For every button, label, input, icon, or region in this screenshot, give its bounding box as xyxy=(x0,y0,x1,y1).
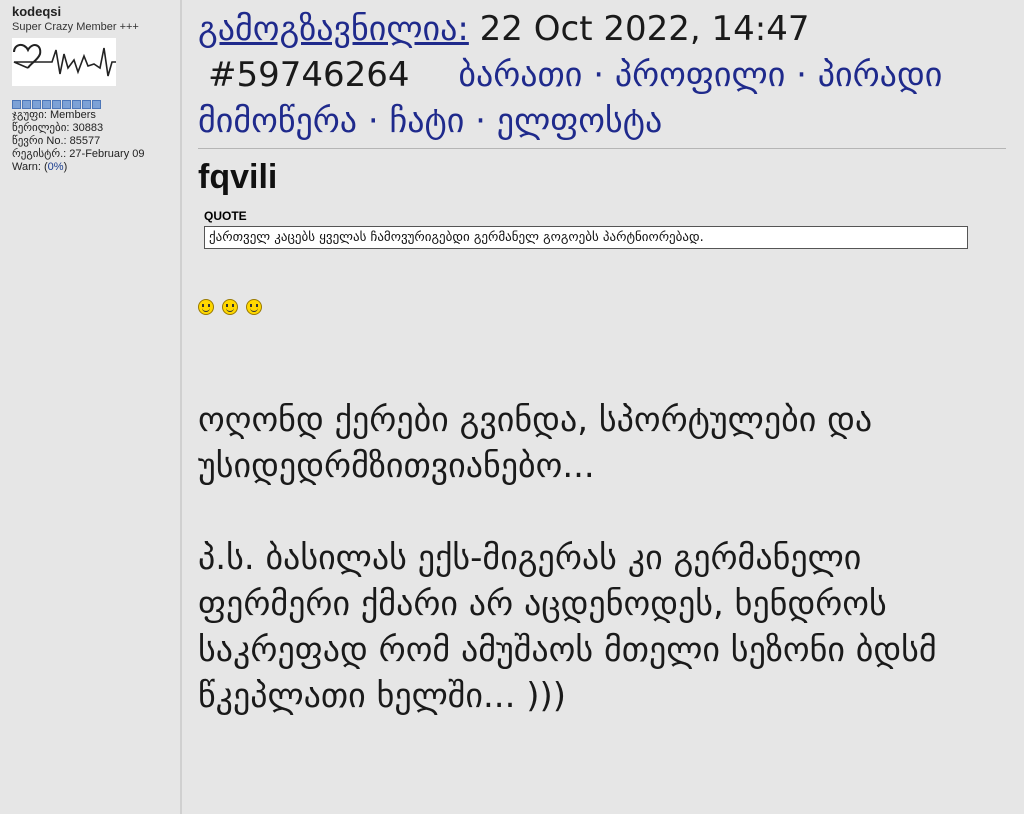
signature-avatar xyxy=(12,38,116,86)
warn-close: ) xyxy=(63,161,68,173)
post-content: გამოგზავნილია: 22 Oct 2022, 14:47 #59746… xyxy=(182,0,1024,814)
quote-box: ქართველ კაცებს ყველას ჩამოვურიგებდი გერმ… xyxy=(204,226,968,249)
link-separator: · xyxy=(796,55,807,95)
warn-value[interactable]: 0% xyxy=(48,161,64,173)
member-title: Super Crazy Member +++ xyxy=(12,21,139,33)
rank-pip xyxy=(52,100,61,109)
heartbeat-icon xyxy=(13,44,116,77)
smiley-icon xyxy=(222,299,238,315)
member-number: წევრი No.: 85577 xyxy=(12,135,101,147)
username[interactable]: kodeqsi xyxy=(12,4,174,20)
user-sidebar: kodeqsi Super Crazy Member +++ ჯგუფი: Me… xyxy=(0,0,182,814)
link-profile[interactable]: პროფილი xyxy=(615,55,786,95)
rank-pip xyxy=(92,100,101,109)
post-number[interactable]: #59746264 xyxy=(208,55,410,95)
rank-pip xyxy=(72,100,81,109)
rank-pip xyxy=(62,100,71,109)
rank-pip xyxy=(32,100,41,109)
link-separator: · xyxy=(475,101,486,141)
rank-pip xyxy=(82,100,91,109)
post-date: 22 Oct 2022, 14:47 xyxy=(479,9,810,49)
warn-label: Warn: ( xyxy=(12,161,48,173)
rank-pip xyxy=(12,100,21,109)
warn-level: Warn: (0%) xyxy=(12,161,174,174)
post-count: წერილები: 30883 xyxy=(12,122,104,134)
link-separator: · xyxy=(593,55,604,95)
forum-post: kodeqsi Super Crazy Member +++ ჯგუფი: Me… xyxy=(0,0,1024,814)
post-paragraph: ოღონდ ქერები გვინდა, სპორტულები და უსიდე… xyxy=(198,400,873,486)
post-body: ოღონდ ქერები გვინდა, სპორტულები და უსიდე… xyxy=(198,397,1014,719)
link-email[interactable]: ელფოსტა xyxy=(497,101,663,141)
post-header: გამოგზავნილია: 22 Oct 2022, 14:47 #59746… xyxy=(198,6,1014,144)
smiley-icon xyxy=(246,299,262,315)
link-separator: · xyxy=(367,101,379,141)
header-divider xyxy=(198,148,1006,149)
registration-date: რეგისტრ.: 27-February 09 xyxy=(12,148,145,160)
quote-label: QUOTE xyxy=(204,209,247,223)
rank-pip xyxy=(42,100,51,109)
sent-label: გამოგზავნილია: xyxy=(198,9,469,49)
quoted-author: fqvili xyxy=(198,158,278,196)
post-paragraph: პ.ს. ბასილას ექს-მიგერას კი გერმანელი ფე… xyxy=(198,538,937,716)
user-group: ჯგუფი: Members xyxy=(12,109,96,121)
smiley-row xyxy=(198,299,1014,315)
link-card[interactable]: ბარათი xyxy=(458,55,582,95)
rank-pips xyxy=(12,100,174,109)
link-chat[interactable]: ჩატი xyxy=(389,101,464,141)
rank-pip xyxy=(22,100,31,109)
smiley-icon xyxy=(198,299,214,315)
